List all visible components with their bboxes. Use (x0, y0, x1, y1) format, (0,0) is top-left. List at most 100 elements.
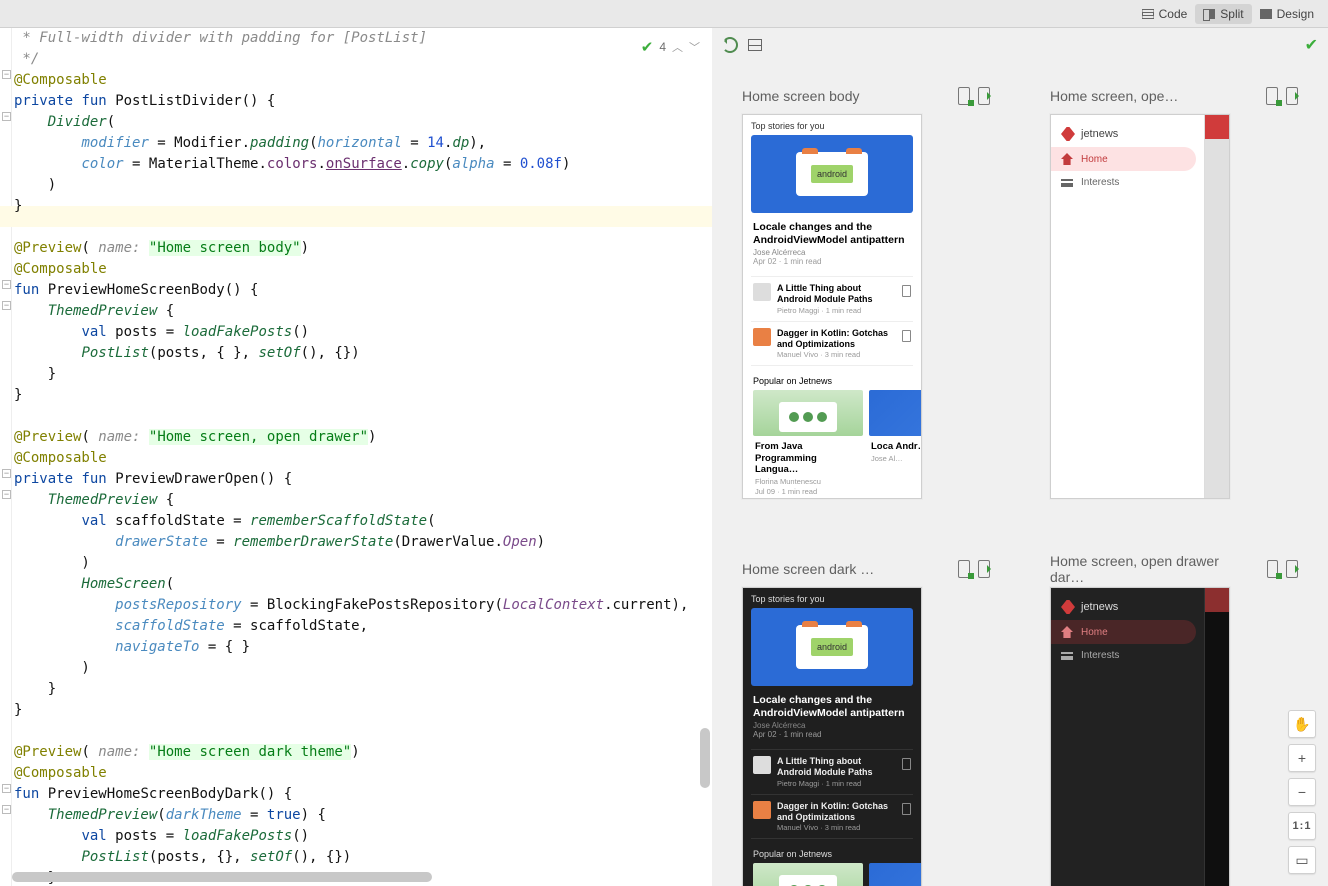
code-content[interactable]: * Full-width divider with padding for [P… (14, 28, 712, 886)
article-author: Jose Alcérreca (743, 720, 921, 730)
view-mode-toolbar: Code Split Design (0, 0, 1328, 28)
card: From Java Programming Langua…Florina Mun… (753, 390, 863, 495)
preview-surface[interactable]: jetnews Home Interests (1050, 114, 1230, 499)
item-meta: Pietro Maggi · 1 min read (777, 306, 896, 315)
zoom-in-button[interactable]: + (1288, 744, 1316, 772)
card-title: From Java Programming Langua… (753, 436, 863, 475)
nav-drawer: jetnews Home Interests (1051, 115, 1205, 498)
param: drawerState (115, 534, 208, 550)
preview-pane: ✔ Home screen body Top stories for you a… (712, 28, 1328, 886)
card: Loca Andr…Jose Al… (869, 390, 921, 495)
article-meta: Apr 02 · 1 min read (743, 257, 921, 272)
kw: val (81, 513, 106, 529)
t: LocalContext (503, 597, 604, 613)
article-title: Locale changes and the AndroidViewModel … (743, 213, 921, 247)
fold-icon[interactable]: − (2, 112, 11, 121)
deploy-preview-icon[interactable] (958, 87, 970, 105)
fold-icon[interactable]: − (2, 301, 11, 310)
drawer-item-interests: Interests (1051, 171, 1196, 194)
param: modifier (81, 135, 148, 151)
fold-icon[interactable]: − (2, 70, 11, 79)
kw: fun (81, 471, 106, 487)
param: darkTheme (166, 807, 242, 823)
pan-button[interactable]: ✋ (1288, 710, 1316, 738)
hero-image: android (751, 135, 913, 213)
horizontal-scrollbar[interactable] (12, 872, 704, 882)
preview-surface[interactable]: jetnews Home Interests (1050, 587, 1230, 886)
zoom-reset-button[interactable]: 1:1 (1288, 812, 1316, 840)
view-mode-design[interactable]: Design (1252, 4, 1322, 24)
zoom-out-button[interactable]: − (1288, 778, 1316, 806)
thumbnail (753, 801, 771, 819)
param: color (81, 156, 123, 172)
view-mode-code-label: Code (1159, 7, 1188, 21)
kw: val (81, 828, 106, 844)
t: scaffoldState (250, 618, 360, 634)
param: scaffoldState (115, 618, 225, 634)
fold-icon[interactable]: − (2, 469, 11, 478)
item-meta: Pietro Maggi · 1 min read (777, 779, 896, 788)
deploy-preview-icon[interactable] (958, 560, 970, 578)
kw: fun (14, 786, 39, 802)
code-editor[interactable]: − − − − − − − − ✔ 4 ︿ ﹀ * Full-width div… (0, 28, 712, 886)
preview-surface[interactable]: Top stories for you android Locale chang… (742, 114, 922, 499)
t: copy (410, 156, 444, 172)
drawer-item-home: Home (1051, 147, 1196, 171)
section-header: Popular on Jetnews (743, 370, 921, 390)
drawer-item-interests: Interests (1051, 644, 1196, 667)
comment: * Full-width divider with padding for [P… (14, 30, 427, 46)
zoom-fit-button[interactable]: ▭ (1288, 846, 1316, 874)
t: padding (250, 135, 309, 151)
t: posts (115, 828, 157, 844)
scrollbar-thumb[interactable] (12, 872, 432, 882)
view-mode-split-label: Split (1220, 7, 1243, 21)
home-icon (1061, 153, 1073, 165)
run-preview-icon[interactable] (1286, 87, 1298, 105)
card-meta: Jul 09 · 1 min read (753, 486, 863, 496)
layout-settings-icon[interactable] (748, 39, 762, 51)
param: postsRepository (115, 597, 241, 613)
android-badge: android (811, 165, 853, 183)
deploy-preview-icon[interactable] (1267, 560, 1279, 578)
refresh-icon[interactable] (722, 37, 738, 53)
call: PostList (81, 849, 148, 865)
zoom-controls: ✋ + − 1:1 ▭ (1288, 710, 1316, 874)
drawer-label: Interests (1081, 177, 1119, 188)
run-preview-icon[interactable] (978, 87, 990, 105)
fn: PreviewHomeScreenBody (48, 282, 225, 298)
run-preview-icon[interactable] (1286, 560, 1298, 578)
view-mode-split[interactable]: Split (1195, 4, 1251, 24)
drawer-item-home: Home (1051, 620, 1196, 644)
bookmark-icon (902, 285, 911, 297)
design-icon (1260, 9, 1272, 19)
t: = (149, 135, 174, 151)
item-meta: Manuel Vivo · 3 min read (777, 823, 896, 832)
fold-icon[interactable]: − (2, 490, 11, 499)
annotation: @Preview (14, 429, 81, 445)
fold-icon[interactable]: − (2, 784, 11, 793)
thumbnail (753, 283, 771, 301)
annotation: @Composable (14, 261, 107, 277)
item-title: A Little Thing about Android Module Path… (777, 756, 873, 777)
hint: name: (90, 744, 141, 760)
article-meta: Apr 02 · 1 min read (743, 730, 921, 745)
fn: PreviewDrawerOpen (115, 471, 258, 487)
home-icon (1061, 626, 1073, 638)
t: = (124, 156, 149, 172)
fold-icon[interactable]: − (2, 280, 11, 289)
run-preview-icon[interactable] (978, 560, 990, 578)
vertical-scrollbar[interactable] (700, 728, 710, 788)
param: horizontal (318, 135, 402, 151)
view-mode-code[interactable]: Code (1134, 4, 1196, 24)
code-icon (1142, 9, 1154, 19)
t: Modifier (174, 135, 241, 151)
thumbnail (753, 756, 771, 774)
kw: fun (14, 282, 39, 298)
card-title: Loca Andr… (869, 436, 921, 452)
kw: private (14, 93, 73, 109)
preview-surface[interactable]: Top stories for you android Locale chang… (742, 587, 922, 886)
annotation: @Preview (14, 744, 81, 760)
fold-icon[interactable]: − (2, 805, 11, 814)
deploy-preview-icon[interactable] (1266, 87, 1278, 105)
article-title: Locale changes and the AndroidViewModel … (743, 686, 921, 720)
